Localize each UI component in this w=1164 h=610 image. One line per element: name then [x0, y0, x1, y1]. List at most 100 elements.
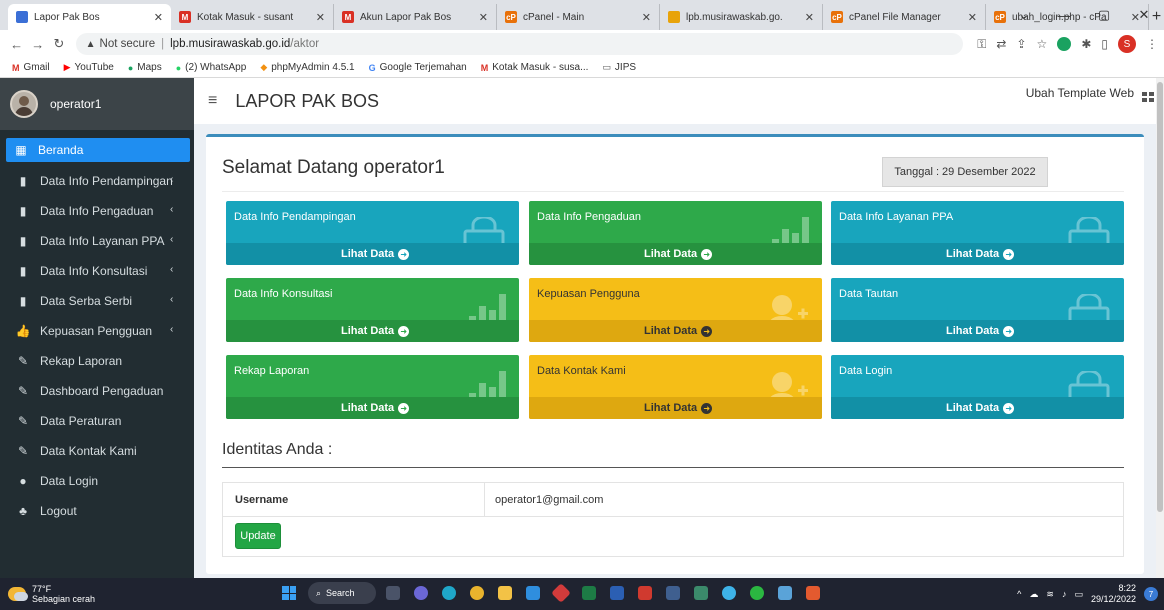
browser-tab[interactable]: cP cPanel - Main ✕	[497, 4, 660, 30]
app-icon[interactable]	[690, 582, 712, 604]
bookmark-item[interactable]: ● (2) WhatsApp	[176, 62, 247, 73]
wifi-icon[interactable]: ≋	[1046, 589, 1054, 600]
sidebar-item[interactable]: ▮ Data Info Layanan PPA ‹	[0, 226, 194, 256]
forward-button[interactable]: →	[27, 33, 48, 55]
restore-button[interactable]: ▢	[1084, 0, 1124, 30]
book-icon: ▮	[19, 234, 27, 248]
windows-start-icon[interactable]	[282, 586, 296, 600]
sidebar-item[interactable]: ● Data Login	[0, 466, 194, 496]
notification-icon[interactable]: 7	[1144, 587, 1158, 601]
lihat-data-link[interactable]: Lihat Data ➜	[831, 243, 1124, 265]
share-icon[interactable]: ⇪	[1016, 37, 1026, 51]
app-icon[interactable]	[802, 582, 824, 604]
sidebar-item[interactable]: ✎ Data Peraturan	[0, 406, 194, 436]
file-explorer-icon[interactable]	[494, 582, 516, 604]
close-tab-icon[interactable]: ✕	[479, 11, 488, 24]
lihat-data-label: Lihat Data	[946, 402, 1000, 414]
browser-tab[interactable]: cP cPanel File Manager ✕	[823, 4, 986, 30]
url-path: /aktor	[290, 38, 320, 50]
browser-tab[interactable]: M Akun Lapor Pak Bos ✕	[334, 4, 497, 30]
pdf-icon[interactable]	[634, 582, 656, 604]
page-scrollbar[interactable]	[1156, 78, 1164, 578]
sidebar-item[interactable]: ▮ Data Info Pendampingan ‹	[0, 166, 194, 196]
app-icon[interactable]	[774, 582, 796, 604]
dashboard-tile: Data Info Layanan PPA Lihat Data ➜	[831, 201, 1124, 265]
sidebar-item[interactable]: 👍 Kepuasan Pengguan ‹	[0, 316, 194, 346]
excel-icon[interactable]	[578, 582, 600, 604]
taskbar-clock[interactable]: 8:22 29/12/2022	[1091, 583, 1136, 605]
bookmark-item[interactable]: G Google Terjemahan	[369, 62, 467, 73]
taskbar-search[interactable]: ⌕ Search	[308, 582, 376, 604]
grid-icon[interactable]	[1142, 92, 1154, 102]
sidebar-item[interactable]: ▮ Data Serba Serbi ‹	[0, 286, 194, 316]
bookmark-item[interactable]: ▶ YouTube	[64, 62, 114, 73]
app-icon[interactable]	[662, 582, 684, 604]
taskbar-apps: ⌕ Search	[276, 582, 824, 604]
close-tab-icon[interactable]: ✕	[154, 11, 163, 24]
close-tab-icon[interactable]: ✕	[642, 11, 651, 24]
sidebar-item[interactable]: ▦ Beranda	[6, 138, 190, 162]
chrome-icon[interactable]	[466, 582, 488, 604]
brand-title[interactable]: LAPOR PAK BOS	[235, 91, 379, 112]
chevron-up-icon[interactable]: ^	[1017, 589, 1021, 599]
sidebar-item[interactable]: ▮ Data Info Konsultasi ‹	[0, 256, 194, 286]
battery-icon[interactable]: ▭	[1074, 589, 1083, 600]
word-icon[interactable]	[606, 582, 628, 604]
browser-tab[interactable]: Lapor Pak Bos ✕	[8, 4, 171, 30]
bookmark-item[interactable]: ◆ phpMyAdmin 4.5.1	[260, 62, 354, 73]
lihat-data-label: Lihat Data	[946, 325, 1000, 337]
close-tab-icon[interactable]: ✕	[316, 11, 325, 24]
close-window-button[interactable]: ✕	[1124, 0, 1164, 30]
bookmark-item[interactable]: M Kotak Masuk - susa...	[481, 62, 589, 73]
hamburger-icon[interactable]: ≡	[208, 92, 217, 110]
browser-tab[interactable]: M Kotak Masuk - susant ✕	[171, 4, 334, 30]
puzzle-icon[interactable]: ✱	[1081, 37, 1091, 51]
extension-icon[interactable]	[1057, 37, 1072, 51]
bookmark-label: Google Terjemahan	[379, 62, 467, 73]
sidebar-item[interactable]: ▮ Data Info Pengaduan ‹	[0, 196, 194, 226]
template-link[interactable]: Ubah Template Web	[1026, 86, 1134, 100]
bookmark-item[interactable]: M Gmail	[12, 62, 50, 73]
update-button[interactable]: Update	[235, 523, 281, 549]
lihat-data-link[interactable]: Lihat Data ➜	[226, 243, 519, 265]
lihat-data-link[interactable]: Lihat Data ➜	[529, 397, 822, 419]
edge-icon[interactable]	[438, 582, 460, 604]
scrollbar-thumb[interactable]	[1157, 82, 1163, 512]
lihat-data-link[interactable]: Lihat Data ➜	[226, 320, 519, 342]
mail-icon[interactable]	[522, 582, 544, 604]
close-tab-icon[interactable]: ✕	[968, 11, 977, 24]
url-input[interactable]: ▲ Not secure | lpb.musirawaskab.go.id /a…	[75, 33, 964, 55]
reload-button[interactable]: ↻	[48, 33, 69, 55]
back-button[interactable]: ←	[6, 33, 27, 55]
lihat-data-link[interactable]: Lihat Data ➜	[226, 397, 519, 419]
tab-search-icon[interactable]: ⌄	[1004, 0, 1044, 30]
app-icon[interactable]	[718, 582, 740, 604]
menu-dots-icon[interactable]: ⋮	[1146, 37, 1158, 51]
profile-avatar[interactable]: S	[1117, 35, 1136, 53]
translate-icon[interactable]: ⇄	[996, 37, 1006, 51]
key-icon[interactable]: ⚿	[977, 37, 986, 52]
lihat-data-link[interactable]: Lihat Data ➜	[529, 243, 822, 265]
chat-icon[interactable]	[410, 582, 432, 604]
bookmark-item[interactable]: ● Maps	[128, 62, 162, 73]
lihat-data-link[interactable]: Lihat Data ➜	[831, 320, 1124, 342]
lihat-data-link[interactable]: Lihat Data ➜	[831, 397, 1124, 419]
sidepanel-icon[interactable]: ▯	[1101, 37, 1108, 51]
browser-tab[interactable]: lpb.musirawaskab.go. ✕	[660, 4, 823, 30]
sidebar-item[interactable]: ✎ Data Kontak Kami	[0, 436, 194, 466]
close-tab-icon[interactable]: ✕	[805, 11, 814, 24]
app-icon[interactable]	[550, 582, 572, 604]
dashboard-tile: Rekap Laporan Lihat Data ➜	[226, 355, 519, 419]
cloud-icon[interactable]: ☁	[1029, 589, 1038, 600]
sidebar-item[interactable]: ♣ Logout	[0, 496, 194, 526]
whatsapp-icon[interactable]	[746, 582, 768, 604]
minimize-button[interactable]: —	[1044, 0, 1084, 30]
star-icon[interactable]: ☆	[1037, 37, 1048, 51]
lihat-data-link[interactable]: Lihat Data ➜	[529, 320, 822, 342]
volume-icon[interactable]: ♪	[1062, 589, 1067, 599]
weather-widget[interactable]: 77°F Sebagian cerah	[0, 584, 120, 604]
bookmark-item[interactable]: ▭ JIPS	[602, 62, 636, 73]
task-view-icon[interactable]	[382, 582, 404, 604]
sidebar-item[interactable]: ✎ Rekap Laporan	[0, 346, 194, 376]
sidebar-item[interactable]: ✎ Dashboard Pengaduan	[0, 376, 194, 406]
